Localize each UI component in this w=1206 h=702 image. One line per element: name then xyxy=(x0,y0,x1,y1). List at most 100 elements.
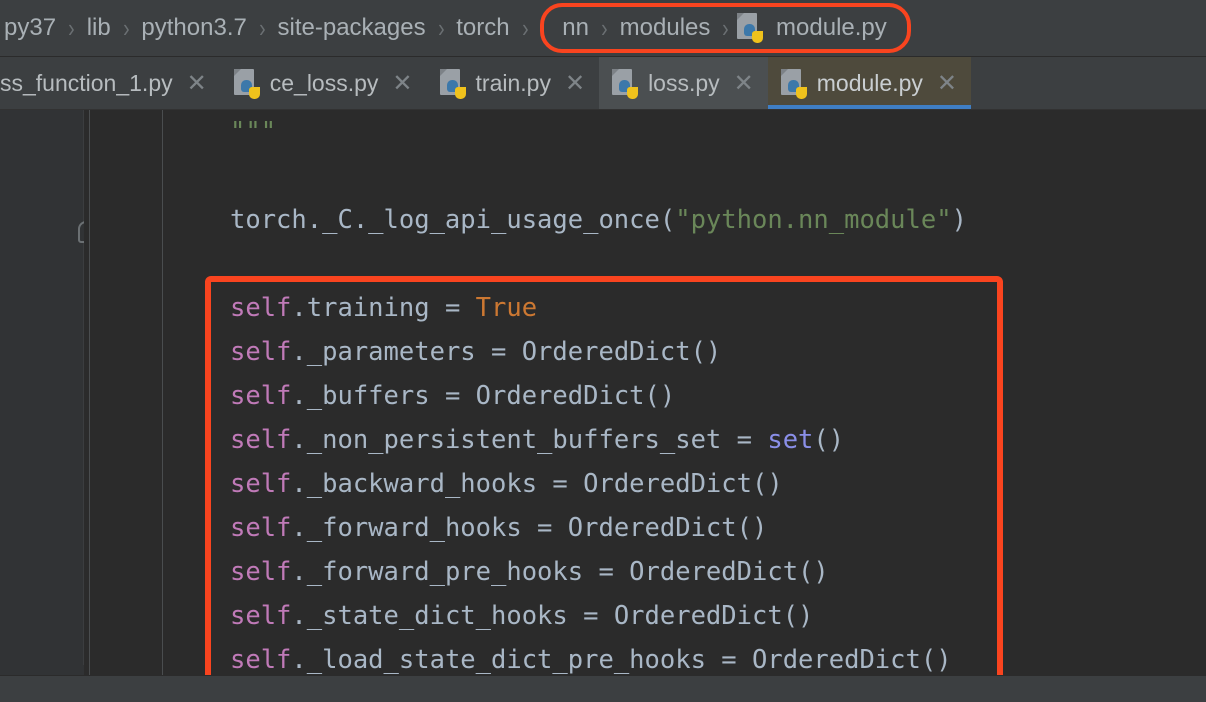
editor-tab-label: ss_function_1.py xyxy=(0,70,173,96)
breadcrumb-item-site-packages[interactable]: site-packages xyxy=(274,16,430,40)
breadcrumb-item-label: site-packages xyxy=(277,14,426,41)
code-token: ) xyxy=(951,205,967,235)
code-line-text: self._parameters = OrderedDict() xyxy=(84,337,721,367)
breadcrumb-separator-icon: › xyxy=(122,12,130,43)
code-token: () xyxy=(813,425,845,455)
code-line-text: self._state_dict_hooks = OrderedDict() xyxy=(84,601,813,631)
code-token: self xyxy=(230,381,292,411)
code-token: ._state_dict_hooks = OrderedDict() xyxy=(291,601,814,631)
code-token: True xyxy=(475,293,538,323)
code-line-text: self._load_state_dict_pre_hooks = Ordere… xyxy=(84,645,952,675)
close-icon[interactable]: ✕ xyxy=(937,71,957,96)
editor-tab-ss-function-1-py[interactable]: ss_function_1.py ✕ xyxy=(0,57,221,109)
editor-tab-ce-loss-py[interactable]: ce_loss.py ✕ xyxy=(220,57,427,109)
code-line-self-non-persistent-buffers-set[interactable]: self._non_persistent_buffers_set = set() xyxy=(84,418,1206,462)
code-line-self-backward-hooks[interactable]: self._backward_hooks = OrderedDict() xyxy=(84,462,1206,506)
breadcrumb-item-label: torch xyxy=(456,14,510,41)
breadcrumb-separator-icon: › xyxy=(601,12,608,43)
code-token: self xyxy=(230,337,292,367)
code-line-self-state-dict-hooks[interactable]: self._state_dict_hooks = OrderedDict() xyxy=(84,594,1206,638)
python-file-icon xyxy=(737,13,764,43)
editor-gutter[interactable] xyxy=(0,110,84,685)
code-line-self-forward-hooks[interactable]: self._forward_hooks = OrderedDict() xyxy=(84,506,1206,550)
code-line-text: self._backward_hooks = OrderedDict() xyxy=(84,469,783,499)
code-line-text: self._non_persistent_buffers_set = set() xyxy=(84,425,844,455)
code-line-log-api-usage[interactable]: torch._C._log_api_usage_once("python.nn_… xyxy=(84,198,1206,242)
code-token: ._parameters = OrderedDict() xyxy=(291,337,722,367)
code-line-text: """ xyxy=(84,117,276,147)
code-token: self xyxy=(230,513,292,543)
editor-tab-label: module.py xyxy=(816,70,923,96)
breadcrumb-item-label: python3.7 xyxy=(141,14,247,41)
code-line-self-parameters[interactable]: self._parameters = OrderedDict() xyxy=(84,330,1206,374)
editor-tab-label: loss.py xyxy=(648,70,720,96)
python-file-icon xyxy=(612,68,639,99)
close-icon[interactable]: ✕ xyxy=(565,71,585,96)
editor-tab-train-py[interactable]: train.py ✕ xyxy=(426,57,600,109)
code-line-self-buffers[interactable]: self._buffers = OrderedDict() xyxy=(84,374,1206,418)
code-token: self xyxy=(230,469,292,499)
breadcrumb-separator-icon: › xyxy=(521,12,529,43)
code-token: .training = xyxy=(291,293,476,323)
code-line-blank-2[interactable] xyxy=(84,242,1206,286)
breadcrumb-item-label: module.py xyxy=(776,14,887,41)
breadcrumb-item-py37[interactable]: py37 xyxy=(0,16,60,40)
code-token: self xyxy=(230,557,292,587)
editor-tab-label: ce_loss.py xyxy=(269,70,379,96)
breadcrumb-item-modules[interactable]: modules xyxy=(616,16,715,40)
code-line-text: self._forward_hooks = OrderedDict() xyxy=(84,513,767,543)
code-token: ._forward_pre_hooks = OrderedDict() xyxy=(291,557,829,587)
code-token: "python.nn_module" xyxy=(675,205,952,235)
editor-tab-label: train.py xyxy=(475,70,551,96)
editor-tab-loss-py[interactable]: loss.py ✕ xyxy=(599,57,768,109)
breadcrumb-separator-icon: › xyxy=(68,12,75,43)
breadcrumb-item-lib[interactable]: lib xyxy=(83,16,115,40)
python-file-icon xyxy=(780,68,807,99)
breadcrumb-highlight-group: nn › modules › module.py xyxy=(540,3,911,53)
breadcrumb-item-nn[interactable]: nn xyxy=(558,16,593,40)
code-token: ._backward_hooks = OrderedDict() xyxy=(291,469,783,499)
code-line-self-training[interactable]: self.training = True xyxy=(84,286,1206,330)
breadcrumb-item-label: nn xyxy=(562,14,589,41)
code-token: ._non_persistent_buffers_set = xyxy=(291,425,768,455)
code-line-text: self._buffers = OrderedDict() xyxy=(84,381,675,411)
breadcrumb-item-label: py37 xyxy=(4,14,57,41)
breadcrumb-item-module-py[interactable]: module.py xyxy=(737,13,891,43)
editor-window: py37 › lib › python3.7 › site-packages › torch › n… xyxy=(0,0,1206,702)
python-file-icon xyxy=(233,68,260,99)
python-file-icon xyxy=(439,68,466,99)
editor-bottom-strip xyxy=(0,675,1206,702)
breadcrumb-separator-icon: › xyxy=(722,12,729,43)
code-line-self-forward-pre-hooks[interactable]: self._forward_pre_hooks = OrderedDict() xyxy=(84,550,1206,594)
code-token: set xyxy=(767,425,814,455)
editor-tab-bar[interactable]: ss_function_1.py ✕ ce_loss.py ✕ train.py ✕ los… xyxy=(0,57,1206,110)
breadcrumb-item-torch[interactable]: torch xyxy=(452,16,513,40)
breadcrumb-bar: py37 › lib › python3.7 › site-packages › torch › n… xyxy=(0,0,1206,57)
code-content-area[interactable]: """ torch._C._log_api_usage_once("python.… xyxy=(84,110,1206,685)
code-line-blank-1[interactable] xyxy=(84,154,1206,198)
close-icon[interactable]: ✕ xyxy=(187,71,207,96)
code-token: self xyxy=(230,601,292,631)
code-token: self xyxy=(230,425,292,455)
breadcrumb-item-python3-7[interactable]: python3.7 xyxy=(137,16,250,40)
code-editor[interactable]: """ torch._C._log_api_usage_once("python.… xyxy=(0,110,1206,702)
breadcrumb-item-label: lib xyxy=(86,14,111,41)
code-token: self xyxy=(230,645,292,675)
code-line-text: self.training = True xyxy=(84,293,537,323)
code-token: torch._C._log_api_usage_once( xyxy=(230,205,676,235)
code-line-text: self._forward_pre_hooks = OrderedDict() xyxy=(84,557,829,587)
code-line-docstring-close[interactable]: """ xyxy=(84,110,1206,154)
editor-tab-module-py[interactable]: module.py ✕ xyxy=(767,57,971,109)
close-icon[interactable]: ✕ xyxy=(392,71,412,96)
breadcrumb-item-label: modules xyxy=(619,14,711,41)
breadcrumb-separator-icon: › xyxy=(437,12,445,43)
code-token: self xyxy=(230,293,292,323)
code-token: ._forward_hooks = OrderedDict() xyxy=(291,513,768,543)
gutter-bottom-pad xyxy=(0,665,84,675)
code-token: """ xyxy=(230,117,277,147)
close-icon[interactable]: ✕ xyxy=(734,71,754,96)
code-token: ._load_state_dict_pre_hooks = OrderedDic… xyxy=(291,645,952,675)
breadcrumb-separator-icon: › xyxy=(258,12,266,43)
code-line-text: torch._C._log_api_usage_once("python.nn_… xyxy=(84,205,967,235)
code-token: ._buffers = OrderedDict() xyxy=(291,381,676,411)
